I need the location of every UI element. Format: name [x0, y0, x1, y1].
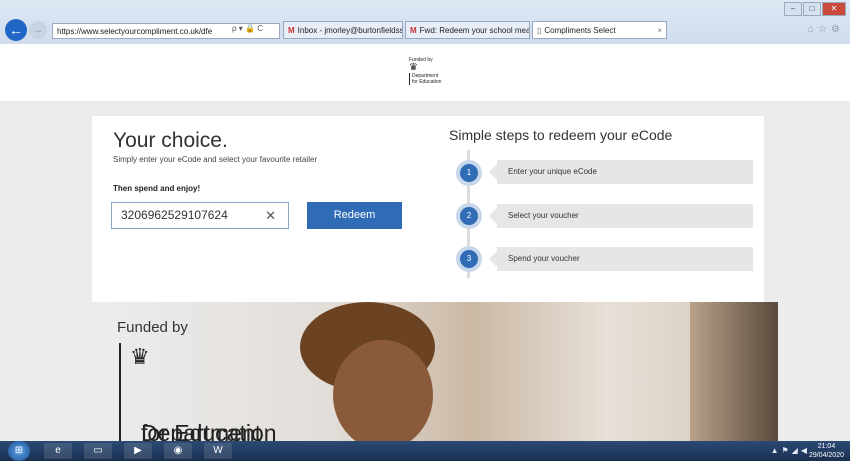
step-number-2: 2 — [456, 203, 482, 229]
media-player-icon[interactable]: ▶ — [124, 443, 152, 459]
tab-label: Fwd: Redeem your school mea... — [419, 26, 530, 35]
gmail-icon: M — [288, 26, 295, 35]
step-label-1: Enter your unique eCode — [489, 160, 753, 184]
system-tray[interactable]: ▲⚑◢◀ — [771, 446, 810, 455]
tab-fwd-redeem[interactable]: M Fwd: Redeem your school mea... — [405, 21, 530, 39]
tab-label: Inbox - jmorley@burtonfieldss... — [297, 26, 403, 35]
tab-label: Compliments Select — [544, 26, 616, 35]
spend-text: Then spend and enjoy! — [113, 184, 201, 193]
redeem-button[interactable]: Redeem — [307, 202, 402, 229]
logo-line2: for Education — [412, 79, 442, 85]
close-window-icon[interactable]: ✕ — [822, 2, 846, 16]
browser-toolbar: ← → https://www.selectyourcompliment.co.… — [0, 0, 850, 45]
forward-arrow-icon[interactable]: → — [29, 21, 47, 39]
close-icon[interactable]: × — [657, 22, 662, 38]
ecode-input[interactable]: 3206962529107624 ✕ — [111, 202, 289, 229]
clear-icon[interactable]: ✕ — [265, 203, 276, 228]
taskbar: ⊞ e ▭ ▶ ◉ W ▲⚑◢◀ 21:04 29/04/2020 — [0, 441, 850, 461]
crest-icon: ♛ — [409, 62, 418, 73]
browser-icons[interactable]: ⌂☆⚙ — [808, 24, 844, 35]
adult-photo — [690, 302, 778, 441]
step-label-3: Spend your voucher — [489, 247, 753, 271]
tab-inbox[interactable]: M Inbox - jmorley@burtonfieldss... — [283, 21, 403, 39]
ie-icon[interactable]: e — [44, 443, 72, 459]
step-label-2: Select your voucher — [489, 204, 753, 228]
dfe-logo: Funded by ♛ Department for Education — [409, 57, 459, 85]
steps-title: Simple steps to redeem your eCode — [449, 127, 673, 143]
back-arrow-icon[interactable]: ← — [5, 19, 27, 41]
page-header: Funded by ♛ Department for Education — [0, 44, 850, 101]
ecode-value: 3206962529107624 — [121, 208, 228, 222]
window-controls: – □ ✕ — [784, 2, 846, 16]
step-number-3: 3 — [456, 246, 482, 272]
file-explorer-icon[interactable]: ▭ — [84, 443, 112, 459]
step-number-1: 1 — [456, 160, 482, 186]
hero-funded-label: Funded by — [117, 319, 188, 336]
clock[interactable]: 21:04 29/04/2020 — [809, 442, 844, 460]
start-icon[interactable]: ⊞ — [8, 441, 30, 461]
word-icon[interactable]: W — [204, 443, 232, 459]
tab-compliments-select[interactable]: ▯ Compliments Select × — [532, 21, 667, 39]
maximize-icon[interactable]: □ — [803, 2, 821, 16]
page-title: Your choice. — [113, 129, 228, 152]
address-tools[interactable]: ρ ▾ 🔒 C — [232, 24, 263, 33]
crest-icon: ♛ — [130, 344, 150, 369]
page-icon: ▯ — [537, 26, 542, 35]
gmail-icon: M — [410, 26, 417, 35]
minimize-icon[interactable]: – — [784, 2, 802, 16]
child-face — [333, 340, 433, 450]
choice-subtitle: Simply enter your eCode and select your … — [113, 155, 318, 164]
chrome-icon[interactable]: ◉ — [164, 443, 192, 459]
